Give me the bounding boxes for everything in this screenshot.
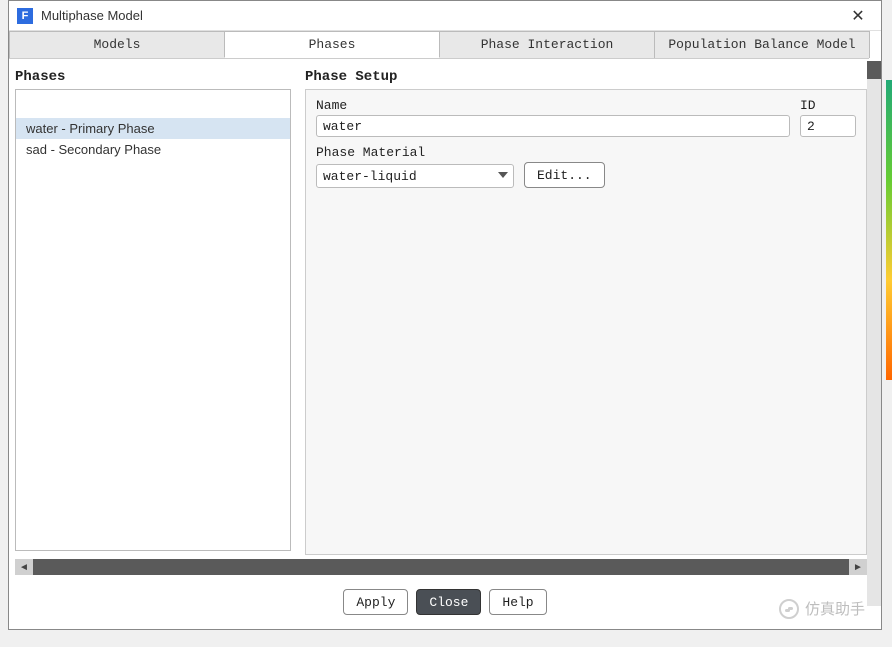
dialog-body: Models Phases Phase Interaction Populati… [9, 31, 881, 629]
id-field: ID [800, 98, 856, 137]
dialog-footer: Apply Close Help 仿真助手 [9, 575, 881, 629]
tab-phase-interaction[interactable]: Phase Interaction [439, 31, 655, 58]
list-item[interactable]: sad - Secondary Phase [16, 139, 290, 160]
material-field: Phase Material water-liquid Edit... [316, 145, 856, 188]
material-select-wrap: water-liquid [316, 164, 514, 188]
id-label: ID [800, 98, 856, 113]
phases-panel: Phases water - Primary Phase sad - Secon… [15, 69, 291, 555]
phases-title: Phases [15, 69, 291, 85]
watermark: 仿真助手 [779, 598, 865, 619]
tab-models[interactable]: Models [9, 31, 225, 58]
vertical-scrollbar[interactable] [867, 61, 881, 606]
scrollbar-thumb[interactable] [867, 61, 881, 79]
id-input[interactable] [800, 115, 856, 137]
app-icon: F [17, 8, 33, 24]
phase-setup-form: Name ID Phase Material [305, 89, 867, 555]
phases-listbox[interactable]: water - Primary Phase sad - Secondary Ph… [15, 89, 291, 551]
phase-setup-panel: Phase Setup Name ID Phase Material [305, 69, 867, 555]
name-id-row: Name ID [316, 98, 856, 137]
phase-setup-title: Phase Setup [305, 69, 867, 85]
name-field: Name [316, 98, 790, 137]
wechat-icon [779, 599, 799, 619]
window-title: Multiphase Model [41, 8, 843, 23]
help-button[interactable]: Help [489, 589, 546, 615]
background-gradient-strip [886, 80, 892, 380]
scrollbar-track[interactable] [33, 559, 849, 575]
scroll-right-arrow-icon[interactable]: ► [849, 559, 867, 575]
edit-material-button[interactable]: Edit... [524, 162, 605, 188]
tab-phases[interactable]: Phases [224, 31, 440, 58]
titlebar: F Multiphase Model ✕ [9, 1, 881, 31]
close-button[interactable]: Close [416, 589, 481, 615]
list-item[interactable]: water - Primary Phase [16, 118, 290, 139]
material-select[interactable]: water-liquid [316, 164, 514, 188]
material-select-value: water-liquid [323, 169, 417, 184]
content-area: Phases water - Primary Phase sad - Secon… [9, 59, 881, 555]
horizontal-scrollbar[interactable]: ◄ ► [15, 559, 867, 575]
tab-population-balance[interactable]: Population Balance Model [654, 31, 870, 58]
name-input[interactable] [316, 115, 790, 137]
close-icon[interactable]: ✕ [843, 4, 873, 28]
tab-bar: Models Phases Phase Interaction Populati… [9, 31, 869, 59]
material-row: water-liquid Edit... [316, 162, 856, 188]
multiphase-model-dialog: F Multiphase Model ✕ Models Phases Phase… [8, 0, 882, 630]
scroll-left-arrow-icon[interactable]: ◄ [15, 559, 33, 575]
watermark-text: 仿真助手 [805, 598, 865, 619]
apply-button[interactable]: Apply [343, 589, 408, 615]
name-label: Name [316, 98, 790, 113]
material-label: Phase Material [316, 145, 856, 160]
